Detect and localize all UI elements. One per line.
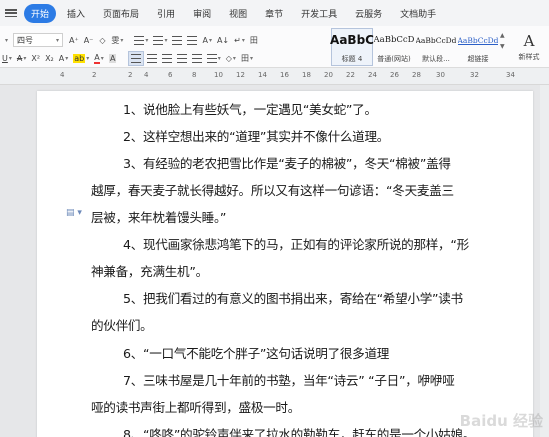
horizontal-ruler[interactable]: 4 2 2 4 6 8 10 12 14 16 18 20 22 24 26 28 30 32 34 [0,68,549,85]
chevron-up-icon[interactable]: ▲ [500,32,508,39]
tab-review[interactable]: 审阅 [186,4,218,23]
justify-button[interactable] [175,51,189,66]
tab-insert[interactable]: 插入 [60,4,92,23]
ruler-number: 2 [128,71,133,79]
style-normal-web[interactable]: AaBbCcD 普通(网站) [373,28,415,66]
document-area: ▤ ▾ 1、说他脸上有些妖气，一定遇见“美女蛇”了。 2、这样空想出来的“道理”其… [0,85,549,437]
numbering-button[interactable]: ▾ [151,33,169,48]
strikethrough-button[interactable]: A ▾ [15,51,29,66]
increase-indent-button[interactable] [185,33,199,48]
document-line[interactable]: 层被，来年枕着馒头睡。” [91,207,475,226]
ruler-number: 32 [470,71,479,79]
table-border-button[interactable]: 田 [248,33,260,48]
tab-cloud[interactable]: 云服务 [348,4,389,23]
shading-button[interactable]: ◇ ▾ [224,51,238,66]
line-spacing-button[interactable]: ▾ [205,51,223,66]
new-style-icon: A [523,32,535,50]
text-effect-button[interactable]: A ▾ [57,51,71,66]
ruler-number: 12 [236,71,245,79]
font-color-button[interactable]: A ▾ [92,51,106,66]
phonetic-guide-button[interactable]: 雯 ▾ [109,33,125,48]
document-line[interactable]: 6、“一口气不能吃个胖子”这句话说明了很多道理 [123,343,507,362]
ruler-number: 8 [192,71,197,79]
document-line[interactable]: 1、说他脸上有些妖气，一定遇见“美女蛇”了。 [123,99,507,118]
tab-doc-assistant[interactable]: 文档助手 [393,4,443,23]
style-gallery: AaBbC 标题 4 AaBbCcD 普通(网站) AaBbCcDd 默认段..… [330,28,499,66]
document-line[interactable]: 哑的读书声街上都听得到，盛极一时。 [91,397,475,416]
bullets-button[interactable]: ▾ [132,33,150,48]
document-line[interactable]: 的伙伴们。 [91,315,475,334]
document-line[interactable]: 越厚，春天麦子就长得越好。所以又有这样一句谚语：“冬天麦盖三 [91,180,475,199]
font-name-dropdown-tail[interactable]: ▾ [0,33,12,48]
chinese-layout-button[interactable]: A ▾ [200,33,214,48]
tab-references[interactable]: 引用 [150,4,182,23]
style-gallery-scroll[interactable]: ▲ ▼ [500,32,508,50]
ruler-number: 26 [390,71,399,79]
grow-font-button[interactable]: A⁺ [67,33,81,48]
highlight-button[interactable]: ab ▾ [71,51,91,66]
document-line[interactable]: 3、有经验的老农把雪比作是“麦子的棉被”，冬天“棉被”盖得 [123,153,507,172]
subscript-button[interactable]: X₂ [43,51,56,66]
home-ribbon: ▾ 四号 ▾ A⁺ A⁻ ◇ 雯 ▾ ▾ ▾ A ▾ A↓ ↵ ▾ 田 U ▾ A ▾ X²… [0,26,549,68]
ruler-number: 16 [280,71,289,79]
new-style-button[interactable]: A 新样式 [512,30,546,64]
sort-button[interactable]: A↓ [215,33,231,48]
char-shading-button[interactable]: A [107,51,119,66]
tab-section[interactable]: 章节 [258,4,290,23]
clear-format-button[interactable]: ◇ [96,33,108,48]
shrink-font-button[interactable]: A⁻ [82,33,96,48]
document-line[interactable]: 7、三味书屋是几十年前的书塾，当年“诗云” “子日”，咿咿哑 [123,370,507,389]
ribbon-tab-bar: 开始 插入 页面布局 引用 审阅 视图 章节 开发工具 云服务 文档助手 [0,0,549,26]
document-line[interactable]: 8、“咚咚”的驼铃声伴来了拉水的勒勒车，赶车的是一个小姑娘。 [123,424,507,437]
decrease-indent-button[interactable] [170,33,184,48]
superscript-button[interactable]: X² [29,51,42,66]
document-line[interactable]: 2、这样空想出来的“道理”其实并不像什么道理。 [123,126,507,145]
chevron-down-icon[interactable]: ▼ [500,43,508,50]
underline-button[interactable]: U ▾ [0,51,14,66]
tab-view[interactable]: 视图 [222,4,254,23]
style-hyperlink[interactable]: AaBbCcDd 超链接 [457,28,499,66]
ruler-number: 2 [92,71,97,79]
font-size-select[interactable]: 四号 ▾ [13,33,63,47]
ruler-number: 28 [412,71,421,79]
ruler-number: 34 [506,71,515,79]
align-left-button[interactable] [127,50,144,66]
ruler-number: 22 [346,71,355,79]
border-button[interactable]: 田 ▾ [239,51,255,66]
show-hide-marks-button[interactable]: ↵ ▾ [232,33,247,48]
tab-developer[interactable]: 开发工具 [294,4,344,23]
document-line[interactable]: 5、把我们看过的有意义的图书捐出来，寄给在“希望小学”读书 [123,288,507,307]
align-center-button[interactable] [145,51,159,66]
ruler-number: 14 [258,71,267,79]
document-line[interactable]: 神兼备，充满生机”。 [91,261,475,280]
wps-writer-window: 开始 插入 页面布局 引用 审阅 视图 章节 开发工具 云服务 文档助手 ▾ 四… [0,0,549,437]
ruler-number: 4 [60,71,65,79]
tab-home[interactable]: 开始 [24,3,57,23]
vertical-scrollbar[interactable] [540,85,549,437]
menu-icon[interactable] [4,7,18,19]
ruler-number: 10 [214,71,223,79]
watermark: Baidu 经验 [459,412,543,430]
style-heading4[interactable]: AaBbC 标题 4 [330,28,374,66]
ruler-number: 30 [436,71,445,79]
document-line[interactable]: 4、现代画家徐悲鸿笔下的马，正如有的评论家所说的那样，“形 [123,234,507,253]
paragraph-layout-icon[interactable]: ▤ ▾ [66,208,82,218]
align-right-button[interactable] [160,51,174,66]
distribute-button[interactable] [190,51,204,66]
tab-page-layout[interactable]: 页面布局 [96,4,146,23]
style-default-paragraph[interactable]: AaBbCcDd 默认段... [415,28,457,66]
ruler-number: 20 [324,71,333,79]
ruler-number: 4 [144,71,149,79]
ruler-number: 18 [302,71,311,79]
ruler-number: 6 [168,71,173,79]
ruler-number: 24 [368,71,377,79]
